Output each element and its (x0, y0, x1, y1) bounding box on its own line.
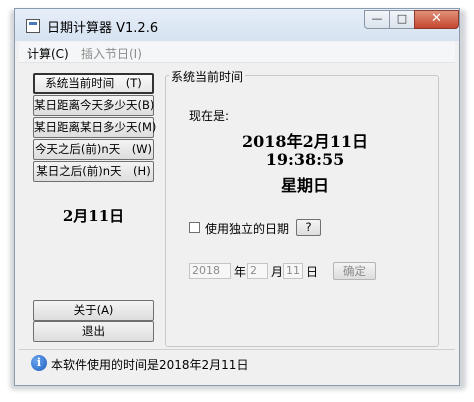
current-weekday: 星期日 (280, 176, 329, 195)
day-input[interactable]: 11 (283, 263, 303, 279)
current-time: 19:38:55 (265, 150, 345, 169)
app-window: 日期计算器 V1.2.6 — □ ✕ 计算(C) 插入节日(I) 系统当前时间 … (14, 8, 460, 386)
days-between-dates-button[interactable]: 某日距离某日多少天(M) (33, 117, 156, 138)
today-plus-n-days-button[interactable]: 今天之后(前)n天 (W) (33, 139, 154, 160)
info-icon: i (31, 355, 47, 371)
about-button[interactable]: 关于(A) (33, 300, 154, 321)
menu-bar: 计算(C) 插入节日(I) (19, 42, 455, 63)
day-unit: 日 (306, 265, 319, 279)
confirm-button[interactable]: 确定 (333, 262, 376, 280)
month-unit: 月 (271, 265, 284, 279)
menu-insert-holiday[interactable]: 插入节日(I) (81, 45, 142, 62)
year-input[interactable]: 2018 (189, 263, 231, 279)
maximize-button[interactable]: □ (389, 10, 415, 29)
minimize-button[interactable]: — (364, 10, 390, 29)
left-date-display: 2月11日 (62, 207, 125, 225)
group-title: 系统当前时间 (169, 68, 246, 85)
help-button[interactable]: ? (296, 219, 321, 236)
status-text: 本软件使用的时间是2018年2月11日 (51, 358, 249, 372)
window-title: 日期计算器 V1.2.6 (47, 21, 159, 36)
use-independent-date-label[interactable]: 使用独立的日期 (205, 220, 289, 237)
month-input[interactable]: 2 (247, 263, 268, 279)
exit-button[interactable]: 退出 (33, 321, 154, 342)
app-icon (26, 19, 40, 33)
current-date: 2018年2月11日 (242, 132, 368, 151)
system-time-button[interactable]: 系统当前时间 (T) (33, 73, 154, 94)
title-bar[interactable]: 日期计算器 V1.2.6 — □ ✕ (15, 9, 459, 41)
days-to-today-button[interactable]: 某日距离今天多少天(B) (33, 95, 154, 116)
year-unit: 年 (234, 265, 247, 279)
use-independent-date-checkbox[interactable] (189, 222, 200, 233)
now-label: 现在是: (189, 109, 230, 123)
close-button[interactable]: ✕ (414, 10, 459, 29)
menu-calculate[interactable]: 计算(C) (27, 45, 69, 62)
date-plus-n-days-button[interactable]: 某日之后(前)n天 (H) (33, 161, 154, 182)
